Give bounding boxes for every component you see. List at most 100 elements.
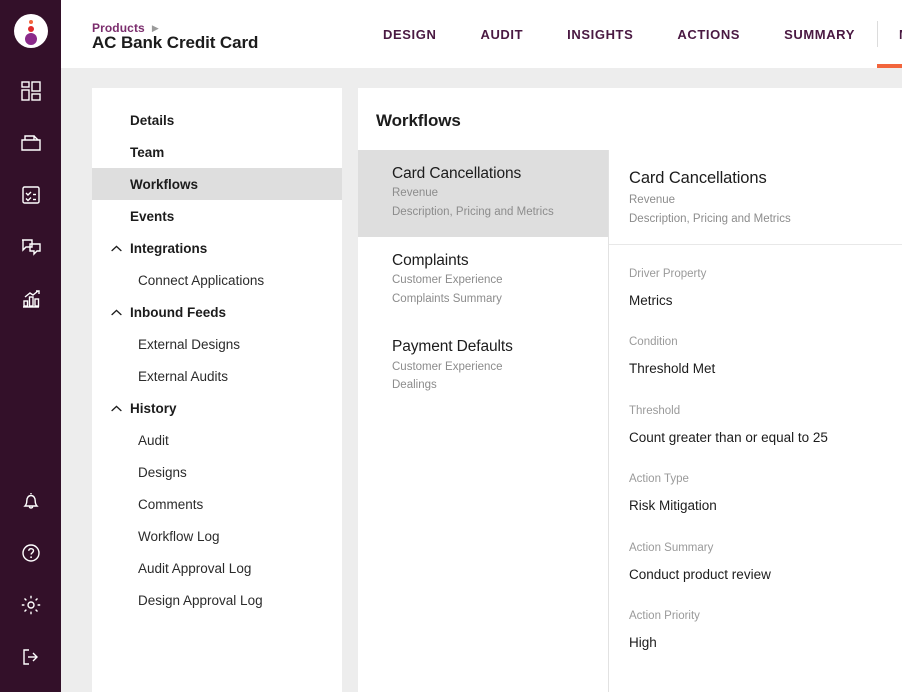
nav-item-label: Connect Applications	[138, 272, 265, 288]
checklist-icon[interactable]	[14, 178, 48, 212]
detail-field-label: Threshold	[629, 404, 681, 417]
nav-item-events[interactable]: Events	[92, 200, 342, 232]
workflow-item-category: Customer Experience	[392, 360, 503, 373]
avatar-dot-orange	[29, 20, 33, 24]
left-nav-rail	[0, 0, 61, 692]
workflow-detail-header: Card Cancellations Revenue Description, …	[609, 150, 902, 245]
workflows-split: Card Cancellations Revenue Description, Pr…	[358, 150, 902, 692]
avatar-dot-purple	[24, 33, 37, 45]
user-avatar[interactable]	[13, 14, 48, 48]
workflow-detail: Card Cancellations Revenue Description, …	[609, 150, 902, 692]
nav-item-details[interactable]: Details	[92, 104, 342, 136]
detail-field-value: High	[629, 635, 657, 651]
workflow-item-name: Payment Defaults	[392, 338, 513, 356]
tab-actions[interactable]: ACTIONS	[655, 0, 762, 68]
chevron-up-icon	[110, 306, 122, 318]
logout-icon[interactable]	[14, 640, 48, 674]
nav-item-history[interactable]: History	[92, 392, 342, 424]
avatar-dot-red	[28, 26, 34, 32]
tab-summary[interactable]: SUMMARY	[762, 0, 877, 68]
nav-item-label: External Designs	[138, 336, 241, 352]
workflow-item-subcategory: Description, Pricing and Metrics	[392, 206, 554, 219]
nav-item-comments[interactable]: Comments	[92, 488, 342, 520]
detail-field: Action Type Risk Mitigation	[629, 472, 900, 514]
comments-icon[interactable]	[14, 230, 48, 264]
nav-item-label: Workflow Log	[138, 528, 220, 544]
settings-icon[interactable]	[14, 588, 48, 622]
workflow-list-item[interactable]: Complaints Customer Experience Complaints …	[358, 237, 608, 324]
workflow-detail-title: Card Cancellations	[629, 169, 767, 187]
tab-audit[interactable]: AUDIT	[458, 0, 545, 68]
workflow-list-item[interactable]: Card Cancellations Revenue Description, Pr…	[358, 150, 608, 237]
help-icon[interactable]	[14, 536, 48, 570]
nav-item-label: Audit	[138, 432, 169, 448]
chevron-up-icon	[110, 402, 122, 414]
detail-field: Driver Property Metrics	[629, 267, 900, 309]
nav-item-design-approval-log[interactable]: Design Approval Log	[92, 584, 342, 616]
workflow-detail-category: Revenue	[629, 193, 676, 206]
detail-field-label: Driver Property	[629, 267, 707, 280]
nav-item-label: Details	[130, 112, 175, 128]
tab-design[interactable]: DESIGN	[361, 0, 458, 68]
workflow-detail-subcategory: Description, Pricing and Metrics	[629, 213, 791, 226]
dashboard-icon[interactable]	[14, 74, 48, 108]
detail-field: Threshold Count greater than or equal to …	[629, 404, 900, 446]
workflow-item-subcategory: Dealings	[392, 379, 437, 392]
nav-item-label: Audit Approval Log	[138, 560, 252, 576]
nav-item-connect-applications[interactable]: Connect Applications	[92, 264, 342, 296]
page-title: AC Bank Credit Card	[92, 33, 259, 52]
nav-item-label: Design Approval Log	[138, 592, 263, 608]
nav-item-external-audits[interactable]: External Audits	[92, 360, 342, 392]
analytics-icon[interactable]	[14, 282, 48, 316]
nav-item-workflow-log[interactable]: Workflow Log	[92, 520, 342, 552]
workflow-item-category: Customer Experience	[392, 274, 503, 287]
tab-insights[interactable]: INSIGHTS	[545, 0, 655, 68]
detail-field-label: Action Summary	[629, 541, 714, 554]
detail-field: Action Priority High	[629, 609, 900, 651]
page-header: Products ▶ AC Bank Credit Card DESIGN AUDI…	[61, 0, 902, 68]
nav-item-external-designs[interactable]: External Designs	[92, 328, 342, 360]
header-tabs: DESIGNAUDITINSIGHTSACTIONSSUMMARYMANA	[361, 0, 902, 68]
chevron-up-icon	[110, 242, 122, 254]
workflows-heading: Workflows	[376, 111, 461, 130]
workflow-list: Card Cancellations Revenue Description, Pr…	[358, 150, 609, 692]
nav-item-label: Comments	[138, 496, 204, 512]
nav-item-label: External Audits	[138, 368, 229, 384]
workflow-item-subcategory: Complaints Summary	[392, 292, 502, 305]
detail-field-value: Threshold Met	[629, 361, 716, 377]
nav-item-label: Inbound Feeds	[130, 304, 226, 320]
nav-item-team[interactable]: Team	[92, 136, 342, 168]
detail-field: Condition Threshold Met	[629, 335, 900, 377]
detail-field-value: Conduct product review	[629, 566, 771, 582]
rail-bottom-group	[14, 484, 48, 692]
tab-mana[interactable]: MANA	[876, 0, 902, 68]
detail-field-value: Risk Mitigation	[629, 498, 717, 514]
nav-item-label: Integrations	[130, 240, 208, 256]
workflow-item-name: Complaints	[392, 251, 469, 269]
detail-field-label: Action Priority	[629, 610, 700, 623]
settings-nav-panel: Details Team Workflows Events Integrations Co…	[92, 88, 342, 692]
nav-item-designs[interactable]: Designs	[92, 456, 342, 488]
detail-field: Action Summary Conduct product review	[629, 541, 900, 583]
detail-field-label: Action Type	[629, 473, 689, 486]
workflow-item-category: Revenue	[392, 187, 439, 200]
workflows-panel: Workflows Card Cancellations Revenue Descr…	[358, 88, 902, 692]
folder-icon[interactable]	[14, 126, 48, 160]
app-root: Products ▶ AC Bank Credit Card DESIGN AUDI…	[0, 0, 902, 692]
rail-icon-group	[14, 74, 48, 316]
nav-item-inbound-feeds[interactable]: Inbound Feeds	[92, 296, 342, 328]
workflow-list-item[interactable]: Payment Defaults Customer Experience Deali…	[358, 323, 608, 410]
detail-field-label: Condition	[629, 336, 678, 349]
workflow-item-name: Card Cancellations	[392, 165, 522, 182]
nav-item-workflows[interactable]: Workflows	[92, 168, 342, 200]
detail-field-value: Count greater than or equal to 25	[629, 429, 828, 445]
workflow-detail-fields: Driver Property Metrics Condition Threshold…	[609, 245, 902, 652]
nav-list: Details Team Workflows Events Integrations Co…	[92, 88, 342, 616]
nav-item-integrations[interactable]: Integrations	[92, 232, 342, 264]
nav-item-audit-approval-log[interactable]: Audit Approval Log	[92, 552, 342, 584]
nav-item-label: Designs	[138, 464, 187, 480]
bell-icon[interactable]	[14, 484, 48, 518]
detail-field-value: Metrics	[629, 292, 673, 308]
nav-item-audit[interactable]: Audit	[92, 424, 342, 456]
nav-item-label: History	[130, 400, 177, 416]
